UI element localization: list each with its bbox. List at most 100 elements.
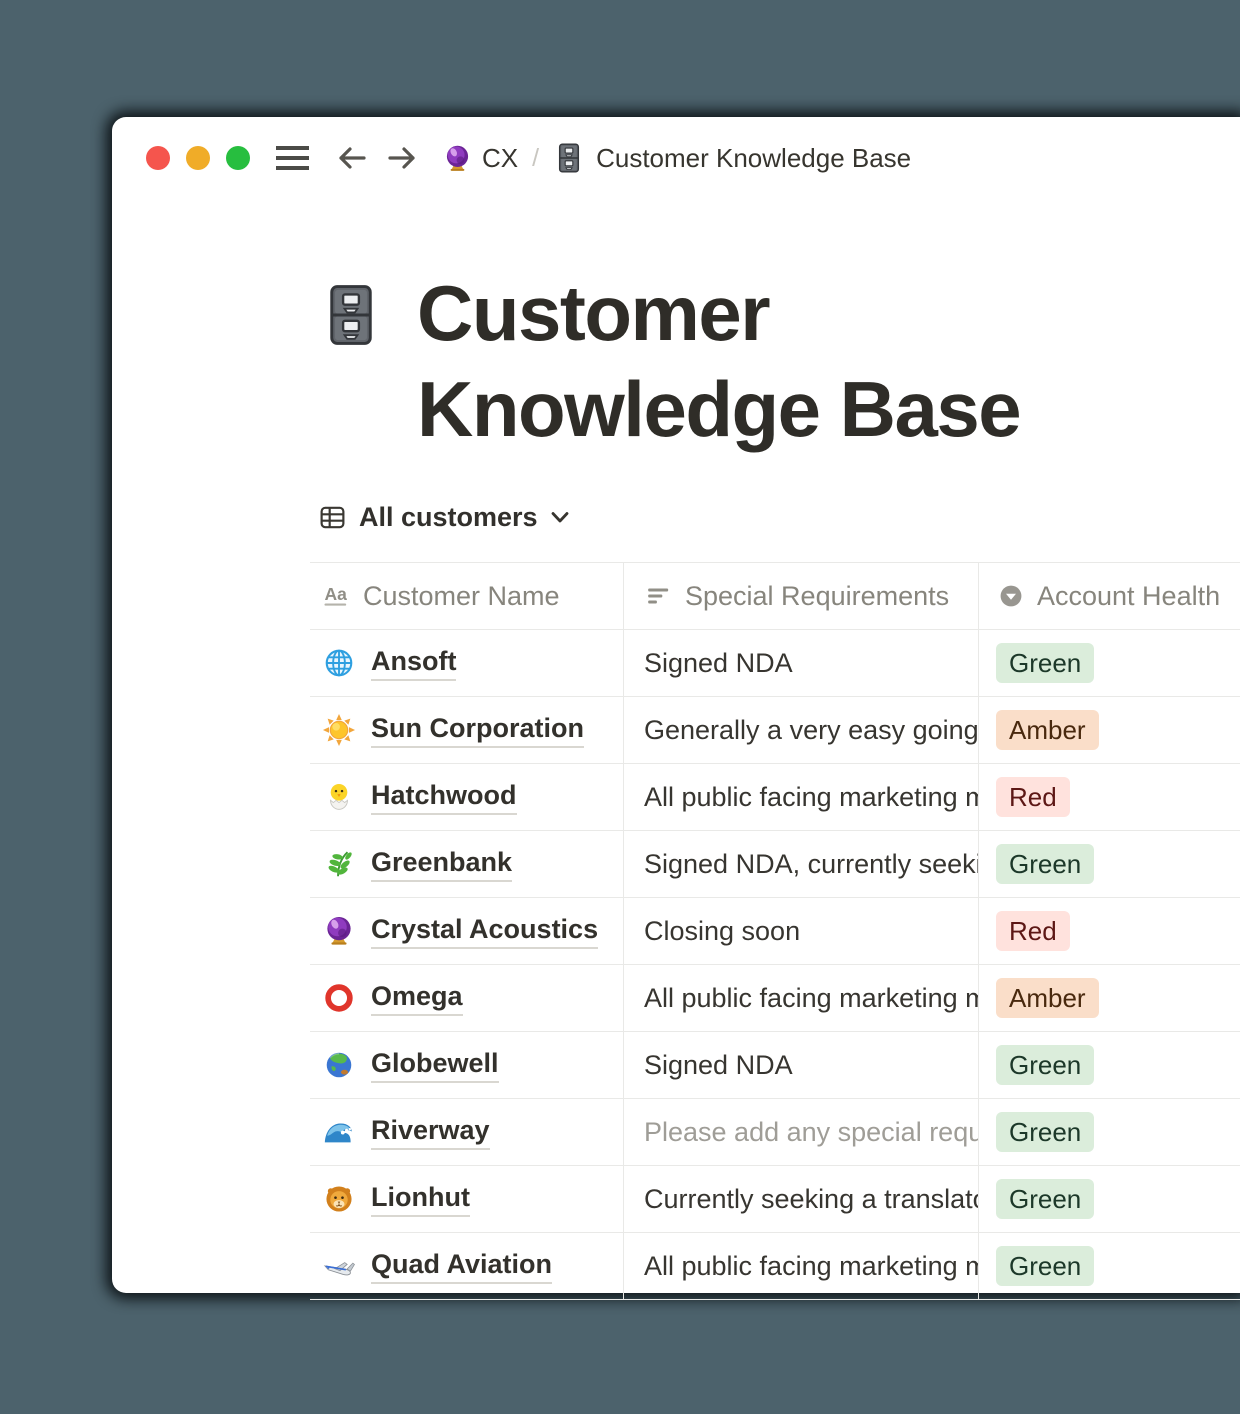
special-requirements-text: Signed NDA	[644, 1050, 793, 1081]
customer-name-cell[interactable]: Lionhut	[310, 1166, 623, 1232]
customer-page-link[interactable]: Globewell	[371, 1048, 499, 1083]
special-requirements-cell[interactable]: All public facing marketing must be appr…	[623, 965, 978, 1031]
back-arrow-icon[interactable]	[337, 143, 367, 173]
table-row[interactable]: Ansoft Signed NDA Green	[310, 630, 1240, 697]
table-view-icon	[318, 503, 347, 532]
table-header-row: Aa Customer Name Special Requirements Ac…	[310, 562, 1240, 630]
page-header: Customer Knowledge Base	[318, 265, 1067, 457]
special-requirements-cell[interactable]: Signed NDA	[623, 1032, 978, 1098]
special-requirements-text: Please add any special requirements	[644, 1117, 978, 1148]
special-requirements-cell[interactable]: Signed NDA, currently seeking a renewal	[623, 831, 978, 897]
account-health-cell[interactable]: Green	[978, 831, 1240, 897]
account-health-cell[interactable]: Red	[978, 898, 1240, 964]
customer-page-link[interactable]: Riverway	[371, 1115, 490, 1150]
account-health-cell[interactable]: Amber	[978, 697, 1240, 763]
titlebar: CX / Customer Knowledge Base	[146, 139, 911, 177]
column-header-customer-name[interactable]: Aa Customer Name	[310, 563, 623, 629]
status-badge: Green	[996, 844, 1094, 884]
special-requirements-cell[interactable]: Generally a very easy going customer	[623, 697, 978, 763]
text-property-icon	[644, 581, 674, 611]
sun-icon	[322, 713, 356, 747]
status-badge: Amber	[996, 710, 1099, 750]
customer-page-link[interactable]: Ansoft	[371, 646, 456, 681]
customer-page-link[interactable]: Hatchwood	[371, 780, 517, 815]
status-badge: Green	[996, 643, 1094, 683]
customer-name-cell[interactable]: Hatchwood	[310, 764, 623, 830]
customer-name-cell[interactable]: Quad Aviation	[310, 1233, 623, 1299]
water-wave-icon	[322, 1115, 356, 1149]
herb-icon	[322, 847, 356, 881]
account-health-cell[interactable]: Green	[978, 1233, 1240, 1299]
customer-name-cell[interactable]: Greenbank	[310, 831, 623, 897]
account-health-cell[interactable]: Red	[978, 764, 1240, 830]
status-badge: Green	[996, 1246, 1094, 1286]
lion-face-icon	[322, 1182, 356, 1216]
customer-page-link[interactable]: Sun Corporation	[371, 713, 584, 748]
minimize-window-button[interactable]	[186, 146, 210, 170]
special-requirements-cell[interactable]: All public facing marketing must be appr…	[623, 764, 978, 830]
account-health-cell[interactable]: Amber	[978, 965, 1240, 1031]
status-badge: Green	[996, 1179, 1094, 1219]
table-row[interactable]: Globewell Signed NDA Green	[310, 1032, 1240, 1099]
table-row[interactable]: Riverway Please add any special requirem…	[310, 1099, 1240, 1166]
status-badge: Red	[996, 911, 1070, 951]
column-header-special-requirements[interactable]: Special Requirements	[623, 563, 978, 629]
special-requirements-cell[interactable]: Please add any special requirements	[623, 1099, 978, 1165]
forward-arrow-icon[interactable]	[387, 143, 417, 173]
breadcrumb-item[interactable]: CX	[482, 143, 518, 174]
special-requirements-text: Signed NDA, currently seeking a renewal	[644, 849, 978, 880]
file-cabinet-icon[interactable]	[318, 282, 384, 348]
customer-name-cell[interactable]: Omega	[310, 965, 623, 1031]
table-row[interactable]: Quad Aviation All public facing marketin…	[310, 1233, 1240, 1300]
customer-name-cell[interactable]: Globewell	[310, 1032, 623, 1098]
customer-page-link[interactable]: Omega	[371, 981, 463, 1016]
view-switcher[interactable]: All customers	[318, 497, 572, 537]
account-health-cell[interactable]: Green	[978, 630, 1240, 696]
special-requirements-cell[interactable]: Closing soon	[623, 898, 978, 964]
select-property-icon	[996, 581, 1026, 611]
special-requirements-text: Generally a very easy going customer	[644, 715, 978, 746]
customer-name-cell[interactable]: Riverway	[310, 1099, 623, 1165]
view-label[interactable]: All customers	[359, 502, 538, 533]
crystal-ball-icon	[322, 914, 356, 948]
special-requirements-cell[interactable]: Signed NDA	[623, 630, 978, 696]
customer-page-link[interactable]: Greenbank	[371, 847, 512, 882]
app-window: CX / Customer Knowledge Base Customer Kn…	[112, 117, 1240, 1293]
title-property-icon: Aa	[322, 581, 352, 611]
small-airplane-icon	[322, 1249, 356, 1283]
table-row[interactable]: Hatchwood All public facing marketing mu…	[310, 764, 1240, 831]
account-health-cell[interactable]: Green	[978, 1032, 1240, 1098]
customer-page-link[interactable]: Lionhut	[371, 1182, 470, 1217]
close-window-button[interactable]	[146, 146, 170, 170]
chevron-down-icon[interactable]	[548, 505, 572, 529]
special-requirements-text: Closing soon	[644, 916, 800, 947]
heavy-circle-icon	[322, 981, 356, 1015]
table-row[interactable]: Greenbank Signed NDA, currently seeking …	[310, 831, 1240, 898]
page-title: Customer Knowledge Base	[417, 265, 1067, 457]
table-row[interactable]: Omega All public facing marketing must b…	[310, 965, 1240, 1032]
zoom-window-button[interactable]	[226, 146, 250, 170]
customer-name-cell[interactable]: Crystal Acoustics	[310, 898, 623, 964]
account-health-cell[interactable]: Green	[978, 1099, 1240, 1165]
account-health-cell[interactable]: Green	[978, 1166, 1240, 1232]
status-badge: Amber	[996, 978, 1099, 1018]
customer-name-cell[interactable]: Ansoft	[310, 630, 623, 696]
status-badge: Green	[996, 1112, 1094, 1152]
customer-page-link[interactable]: Crystal Acoustics	[371, 914, 598, 949]
database-table: Aa Customer Name Special Requirements Ac…	[310, 562, 1240, 1300]
table-row[interactable]: Lionhut Currently seeking a translator G…	[310, 1166, 1240, 1233]
table-row[interactable]: Sun Corporation Generally a very easy go…	[310, 697, 1240, 764]
special-requirements-text: All public facing marketing must be appr…	[644, 1251, 978, 1282]
column-header-label: Account Health	[1037, 581, 1220, 612]
customer-name-cell[interactable]: Sun Corporation	[310, 697, 623, 763]
menu-icon[interactable]	[276, 145, 309, 171]
table-row[interactable]: Crystal Acoustics Closing soon Red	[310, 898, 1240, 965]
special-requirements-text: All public facing marketing must be appr…	[644, 782, 978, 813]
special-requirements-cell[interactable]: All public facing marketing must be appr…	[623, 1233, 978, 1299]
breadcrumb-item[interactable]: Customer Knowledge Base	[596, 143, 911, 174]
customer-page-link[interactable]: Quad Aviation	[371, 1249, 552, 1284]
status-badge: Red	[996, 777, 1070, 817]
globe-asia-australia-icon	[322, 1048, 356, 1082]
column-header-account-health[interactable]: Account Health	[978, 563, 1240, 629]
special-requirements-cell[interactable]: Currently seeking a translator	[623, 1166, 978, 1232]
